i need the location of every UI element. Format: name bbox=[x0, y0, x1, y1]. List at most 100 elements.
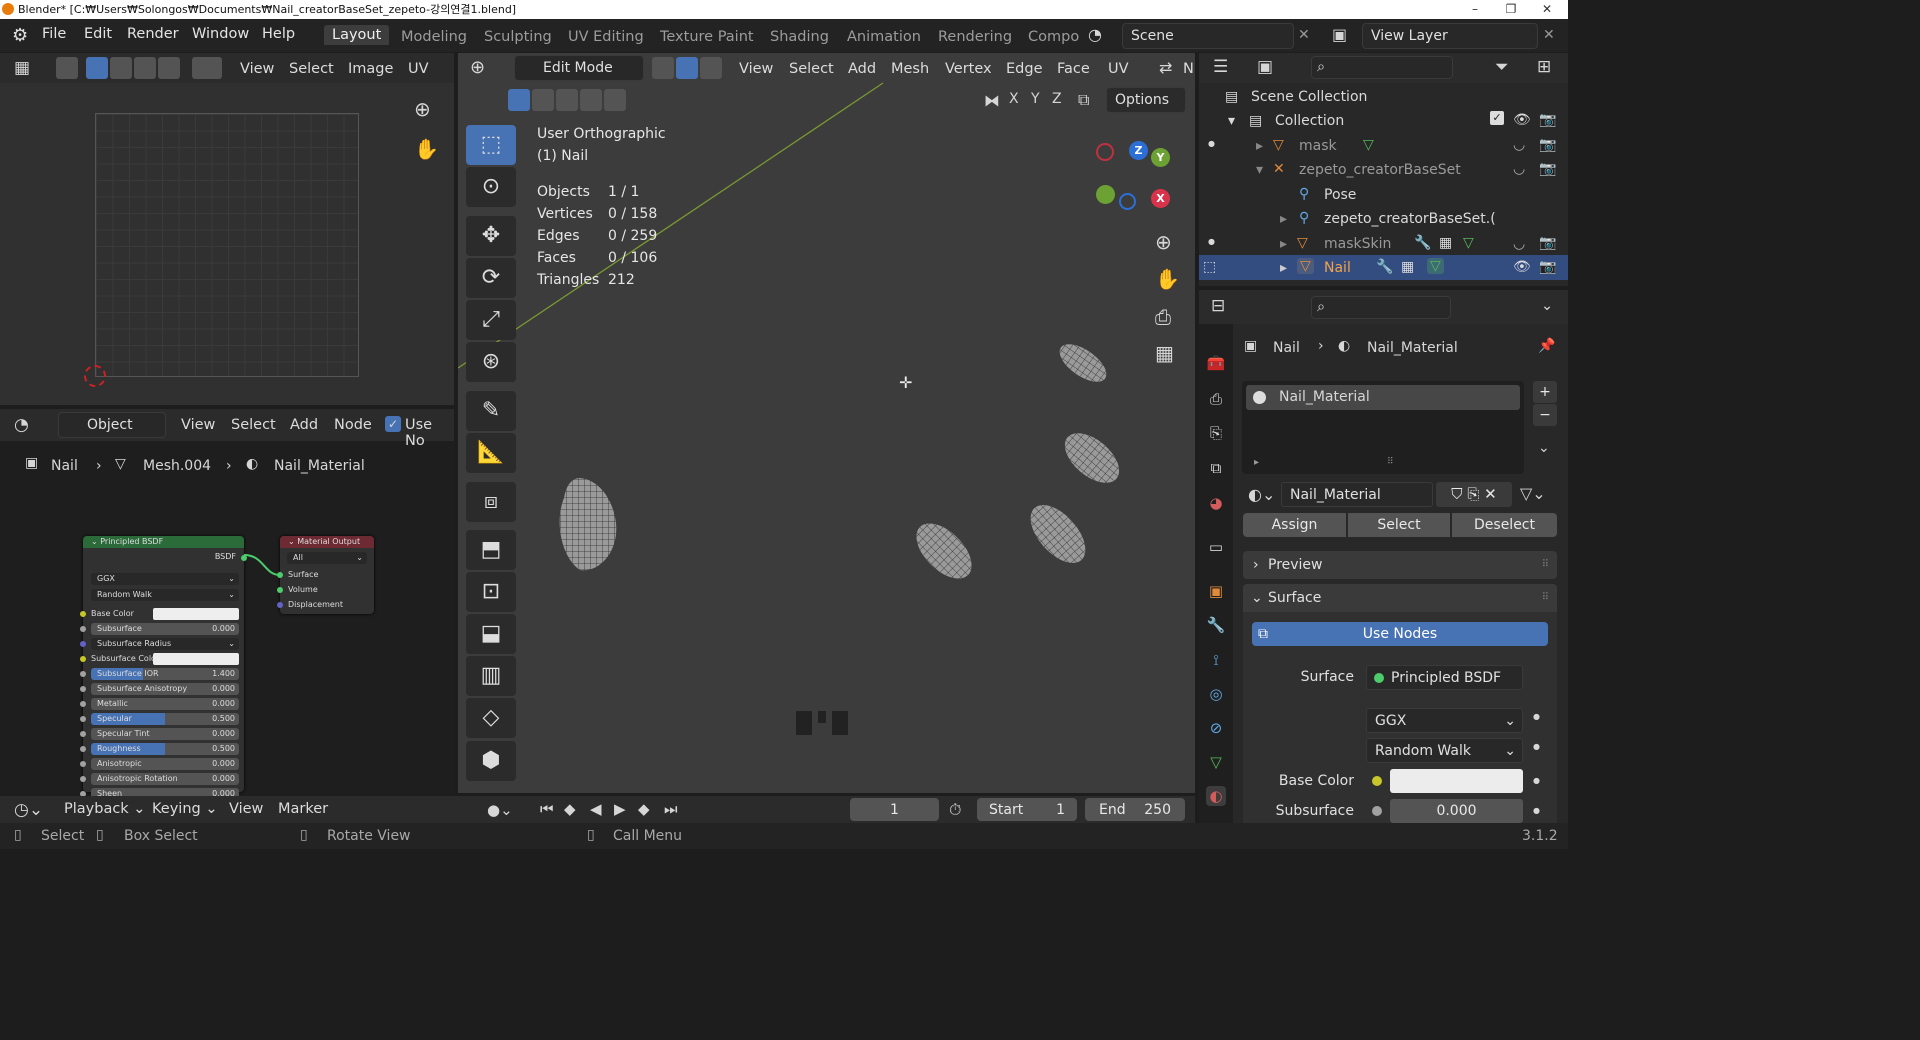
sticky-mode-icon[interactable] bbox=[192, 57, 222, 79]
expand-icon[interactable]: ▸ bbox=[1254, 457, 1259, 468]
subsurface-value-field[interactable]: 0.000 bbox=[1390, 799, 1523, 823]
node-input-row[interactable]: Roughness 0.500 bbox=[91, 743, 239, 755]
distribution-dropdown[interactable]: GGX ⌄ bbox=[91, 573, 239, 585]
input-socket[interactable] bbox=[80, 776, 86, 782]
unlink-icon[interactable]: ✕ bbox=[1484, 485, 1497, 503]
volume-socket[interactable] bbox=[277, 587, 283, 593]
sync-select-icon[interactable] bbox=[56, 57, 78, 79]
input-socket[interactable] bbox=[80, 716, 86, 722]
input-socket[interactable] bbox=[80, 701, 86, 707]
node-input-row[interactable]: Subsurface Color bbox=[91, 653, 239, 665]
node-menu-node[interactable]: Node bbox=[334, 417, 372, 433]
use-nodes-checkbox[interactable]: ✓ bbox=[385, 416, 401, 432]
current-frame-field[interactable]: 1 bbox=[850, 798, 939, 821]
tab-layout[interactable]: Layout bbox=[324, 25, 390, 45]
node-menu-select[interactable]: Select bbox=[231, 417, 276, 433]
uv-editor[interactable]: ▦ View Select Image UV ⊕ ✋ bbox=[0, 53, 454, 405]
expand-icon[interactable]: ▸ bbox=[1280, 236, 1287, 252]
outliner-item-collection[interactable]: Collection bbox=[1275, 113, 1344, 129]
link-data-icon[interactable]: ▽⌄ bbox=[1520, 484, 1546, 503]
pan-hand-icon[interactable]: ✋ bbox=[414, 137, 439, 161]
node-input-row[interactable]: Subsurface Radius ⌄ bbox=[91, 638, 239, 650]
menu-edit[interactable]: Edit bbox=[84, 26, 112, 42]
keyframe-dot-icon[interactable]: ● bbox=[1533, 712, 1540, 721]
editor-type-icon[interactable]: ◔ bbox=[14, 415, 29, 435]
hidden-eye-icon[interactable]: ◡ bbox=[1513, 236, 1525, 252]
principled-bsdf-node[interactable]: ⌄ Principled BSDF BSDF GGX ⌄ Random Walk ⌄… bbox=[80, 536, 247, 800]
record-icon[interactable]: ●⌄ bbox=[487, 801, 513, 819]
uv-grid[interactable] bbox=[95, 113, 359, 377]
expand-icon[interactable]: ▸ bbox=[1280, 211, 1287, 227]
uv-menu-uv[interactable]: UV bbox=[408, 61, 429, 77]
data-tab-icon[interactable]: ▽ bbox=[1206, 752, 1226, 772]
camera-icon[interactable]: 📷 bbox=[1539, 259, 1556, 275]
material-name-field[interactable]: Nail_Material bbox=[1281, 482, 1433, 507]
timeline-menu-view[interactable]: View bbox=[229, 801, 263, 817]
chevron-down-icon[interactable]: ⌄ bbox=[1538, 440, 1550, 456]
timer-icon[interactable]: ⏱ bbox=[949, 800, 961, 820]
scene-close-icon[interactable]: ✕ bbox=[1298, 27, 1310, 43]
outliner-item-armature-data[interactable]: zepeto_creatorBaseSet.( bbox=[1324, 211, 1496, 227]
menu-file[interactable]: File bbox=[42, 26, 66, 42]
filter-icon[interactable]: ⏷ bbox=[1495, 57, 1509, 77]
camera-icon[interactable]: 📷 bbox=[1539, 112, 1556, 128]
expand-icon[interactable]: ▸ bbox=[1256, 138, 1263, 154]
eye-icon[interactable]: 👁 bbox=[1513, 112, 1531, 128]
island-select-icon[interactable] bbox=[158, 57, 180, 79]
drag-handle-icon[interactable]: ⠿ bbox=[1542, 584, 1549, 612]
outliner[interactable]: ☰ ▣ ⌕ ⏷ ⊞ ▤ Scene Collection ▾ ▤ Collect… bbox=[1199, 53, 1568, 286]
input-socket[interactable] bbox=[80, 656, 86, 662]
shader-editor[interactable]: ◔ Object View Select Add Node ✓ Use No ▣… bbox=[0, 409, 454, 800]
material-output-node[interactable]: ⌄ Material Output All ⌄ Surface Volume Di… bbox=[277, 536, 374, 614]
particles-tab-icon[interactable]: ⟟ bbox=[1206, 650, 1226, 670]
expand-icon[interactable]: ▾ bbox=[1228, 113, 1235, 129]
view-layer-close-icon[interactable]: ✕ bbox=[1543, 27, 1555, 43]
camera-icon[interactable]: 📷 bbox=[1539, 161, 1556, 177]
editor-type-icon[interactable]: ☰ bbox=[1213, 57, 1228, 77]
input-socket[interactable] bbox=[80, 731, 86, 737]
surface-shader-field[interactable]: Principled BSDF bbox=[1366, 665, 1523, 690]
shader-type-dropdown[interactable]: Object bbox=[58, 412, 166, 438]
end-frame-field[interactable]: End 250 bbox=[1085, 798, 1185, 821]
editor-type-icon[interactable]: ⊟ bbox=[1211, 296, 1225, 316]
tab-shading[interactable]: Shading bbox=[770, 29, 829, 45]
node-input-row[interactable]: Subsurface 0.000 bbox=[91, 623, 239, 635]
timeline-menu-playback[interactable]: Playback ⌄ bbox=[64, 801, 145, 817]
outliner-item-maskskin[interactable]: maskSkin bbox=[1324, 236, 1391, 252]
node-input-row[interactable]: Metallic 0.000 bbox=[91, 698, 239, 710]
scene-icon[interactable]: ◔ bbox=[1088, 25, 1102, 44]
input-socket[interactable] bbox=[80, 686, 86, 692]
play-icon[interactable]: ▶ bbox=[614, 800, 626, 818]
start-frame-field[interactable]: Start 1 bbox=[977, 798, 1077, 821]
edge-select-icon[interactable] bbox=[110, 57, 132, 79]
outliner-item-pose[interactable]: Pose bbox=[1324, 187, 1356, 203]
output-tab-icon[interactable]: ⎘ bbox=[1206, 423, 1226, 443]
keyframe-dot-icon[interactable]: ● bbox=[1533, 806, 1540, 815]
output-target-dropdown[interactable]: All ⌄ bbox=[287, 552, 367, 564]
prev-keyframe-icon[interactable]: ◆ bbox=[564, 800, 576, 818]
subsurface-method-dropdown[interactable]: Random Walk ⌄ bbox=[1366, 738, 1523, 763]
timeline-menu-keying[interactable]: Keying ⌄ bbox=[152, 801, 217, 817]
view-layer-icon[interactable]: ▣ bbox=[1332, 25, 1347, 44]
input-socket[interactable] bbox=[80, 626, 86, 632]
resize-handle-icon[interactable]: ⠿ bbox=[1387, 457, 1394, 467]
deselect-button[interactable]: Deselect bbox=[1452, 513, 1557, 537]
subsurface-method-dropdown[interactable]: Random Walk ⌄ bbox=[91, 589, 239, 601]
fake-user-icon[interactable]: ⛉ bbox=[1451, 485, 1462, 503]
node-input-row[interactable]: Subsurface IOR 1.400 bbox=[91, 668, 239, 680]
input-socket[interactable] bbox=[80, 761, 86, 767]
3d-viewport[interactable]: ⊕ Edit Mode View Select Add Mesh Vertex … bbox=[458, 53, 1195, 793]
object-tab-icon[interactable]: ▣ bbox=[1206, 581, 1226, 601]
use-nodes-button[interactable]: ⧉ Use Nodes bbox=[1252, 622, 1548, 646]
material-slot-item[interactable]: Nail_Material bbox=[1246, 385, 1520, 410]
node-input-row[interactable]: Specular Tint 0.000 bbox=[91, 728, 239, 740]
surface-socket[interactable] bbox=[277, 572, 283, 578]
camera-icon[interactable]: 📷 bbox=[1539, 137, 1556, 153]
jump-start-icon[interactable]: ⏮ bbox=[540, 800, 554, 818]
displacement-socket[interactable] bbox=[277, 602, 283, 608]
constraints-tab-icon[interactable]: ⊘ bbox=[1206, 718, 1226, 738]
camera-icon[interactable]: 📷 bbox=[1539, 235, 1556, 251]
face-select-icon[interactable] bbox=[134, 57, 156, 79]
tab-animation[interactable]: Animation bbox=[847, 29, 921, 45]
assign-button[interactable]: Assign bbox=[1243, 513, 1346, 537]
